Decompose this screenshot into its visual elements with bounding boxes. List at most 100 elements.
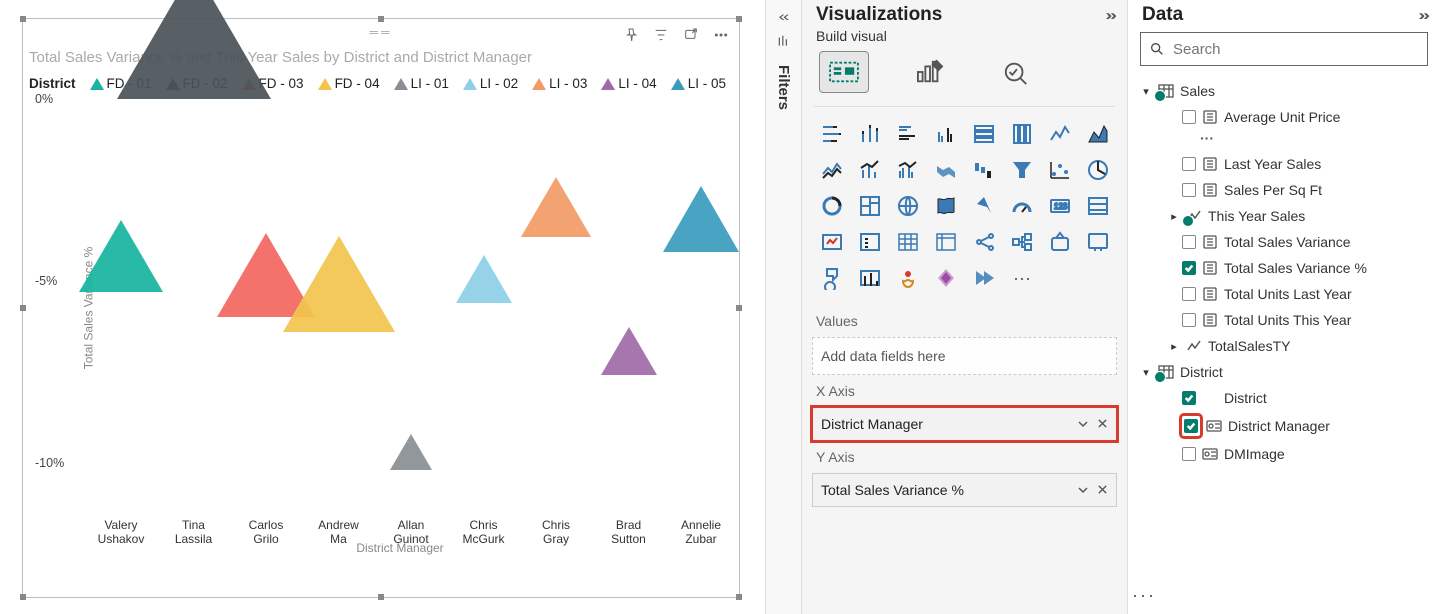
resize-handle[interactable]	[378, 16, 384, 22]
field-checkbox[interactable]	[1182, 235, 1196, 249]
hundred-stacked-column-icon[interactable]	[1008, 121, 1036, 147]
xaxis-field-pill[interactable]: District Manager	[812, 407, 1117, 441]
field-checkbox[interactable]	[1182, 313, 1196, 327]
search-input[interactable]	[1173, 41, 1419, 58]
area-chart-icon[interactable]	[1084, 121, 1112, 147]
chart-marker[interactable]	[663, 186, 739, 252]
legend-item[interactable]: LI - 02	[463, 76, 518, 91]
field-checkbox[interactable]	[1182, 183, 1196, 197]
treemap-icon[interactable]	[856, 193, 884, 219]
waterfall-icon[interactable]	[970, 157, 998, 183]
python-visual-icon[interactable]	[1008, 229, 1036, 255]
chart-marker[interactable]	[390, 434, 432, 470]
scatter-icon[interactable]	[1046, 157, 1074, 183]
stacked-column-icon[interactable]	[856, 121, 884, 147]
pin-icon[interactable]	[623, 27, 639, 46]
pie-icon[interactable]	[1084, 157, 1112, 183]
chart-marker[interactable]	[521, 177, 591, 237]
chart-marker[interactable]	[283, 236, 395, 332]
chevron-down-icon[interactable]	[1077, 418, 1089, 430]
values-well[interactable]: Add data fields here	[812, 337, 1117, 375]
expand-pane-icon[interactable]: «	[778, 8, 789, 24]
report-canvas[interactable]: ══ Total Sales Variance % and This Year …	[0, 0, 765, 614]
field-checkbox[interactable]	[1182, 110, 1196, 124]
ribbon-chart-icon[interactable]	[932, 157, 960, 183]
narrative-icon[interactable]	[856, 265, 884, 291]
gauge-icon[interactable]	[1008, 193, 1036, 219]
key-influencers-icon[interactable]	[1046, 229, 1074, 255]
chart-marker[interactable]	[79, 220, 163, 292]
legend-item[interactable]: LI - 03	[532, 76, 587, 91]
field-checkbox[interactable]	[1182, 287, 1196, 301]
hundred-stacked-bar-icon[interactable]	[970, 121, 998, 147]
resize-handle[interactable]	[20, 305, 26, 311]
line-chart-icon[interactable]	[1046, 121, 1074, 147]
stacked-bar-icon[interactable]	[818, 121, 846, 147]
field-checkbox[interactable]	[1182, 157, 1196, 171]
field-row[interactable]: Average Unit Price	[1140, 104, 1428, 130]
power-apps-icon[interactable]	[932, 265, 960, 291]
focus-mode-icon[interactable]	[683, 27, 699, 46]
remove-field-icon[interactable]	[1097, 418, 1108, 429]
field-row[interactable]: Last Year Sales	[1140, 151, 1428, 177]
format-visual-tab[interactable]	[906, 52, 954, 92]
field-row[interactable]: Total Units Last Year	[1140, 281, 1428, 307]
collapse-pane-icon[interactable]: »	[1105, 7, 1117, 24]
stacked-area-icon[interactable]	[818, 157, 846, 183]
card-icon[interactable]: 123	[1046, 193, 1074, 219]
clustered-column-icon[interactable]	[932, 121, 960, 147]
field-row[interactable]: District	[1140, 385, 1428, 411]
resize-handle[interactable]	[378, 594, 384, 600]
chart-plot-area[interactable]: Total Sales Variance % District Manager …	[71, 99, 729, 517]
more-icon[interactable]: ···	[1140, 130, 1428, 151]
chart-marker[interactable]	[117, 0, 271, 99]
line-stacked-column-icon[interactable]	[856, 157, 884, 183]
yaxis-field-pill[interactable]: Total Sales Variance %	[812, 473, 1117, 507]
more-icon[interactable]: ···	[1132, 585, 1156, 606]
kpi-icon[interactable]	[818, 229, 846, 255]
field-row[interactable]: Total Sales Variance	[1140, 229, 1428, 255]
resize-handle[interactable]	[736, 16, 742, 22]
field-row[interactable]: Sales Per Sq Ft	[1140, 177, 1428, 203]
funnel-icon[interactable]	[1008, 157, 1036, 183]
slicer-icon[interactable]	[856, 229, 884, 255]
remove-field-icon[interactable]	[1097, 484, 1108, 495]
clustered-bar-icon[interactable]	[894, 121, 922, 147]
chevron-down-icon[interactable]: ▾	[1140, 366, 1152, 379]
analytics-tab[interactable]	[992, 52, 1040, 92]
more-visuals-icon[interactable]: ···	[1008, 265, 1036, 291]
power-automate-icon[interactable]	[970, 265, 998, 291]
chevron-down-icon[interactable]: ▾	[1140, 85, 1152, 98]
legend-item[interactable]: LI - 04	[601, 76, 656, 91]
filters-pane-collapsed[interactable]: « Filters	[765, 0, 801, 614]
legend-item[interactable]: FD - 04	[318, 76, 380, 91]
field-checkbox[interactable]	[1182, 391, 1196, 405]
search-input-wrapper[interactable]	[1140, 32, 1428, 66]
resize-handle[interactable]	[736, 594, 742, 600]
resize-handle[interactable]	[20, 594, 26, 600]
field-checkbox[interactable]	[1184, 419, 1198, 433]
donut-icon[interactable]	[818, 193, 846, 219]
drag-grip-icon[interactable]: ══	[369, 25, 392, 39]
azure-map-icon[interactable]	[970, 193, 998, 219]
r-visual-icon[interactable]	[970, 229, 998, 255]
qa-icon[interactable]	[818, 265, 846, 291]
field-row-district-manager[interactable]: District Manager	[1140, 411, 1428, 441]
chart-marker[interactable]	[456, 255, 512, 303]
chevron-down-icon[interactable]	[1077, 484, 1089, 496]
field-row[interactable]: DMImage	[1140, 441, 1428, 467]
field-row[interactable]: Total Sales Variance %	[1140, 255, 1428, 281]
table-icon[interactable]	[894, 229, 922, 255]
resize-handle[interactable]	[20, 16, 26, 22]
multi-row-card-icon[interactable]	[1084, 193, 1112, 219]
more-options-icon[interactable]	[713, 27, 729, 46]
table-row-sales[interactable]: ▾ Sales	[1140, 78, 1428, 104]
filled-map-icon[interactable]	[932, 193, 960, 219]
collapse-pane-icon[interactable]: »	[1418, 7, 1430, 24]
filter-icon[interactable]	[653, 27, 669, 46]
resize-handle[interactable]	[736, 305, 742, 311]
table-row-district[interactable]: ▾ District	[1140, 359, 1428, 385]
field-row[interactable]: Total Units This Year	[1140, 307, 1428, 333]
chevron-right-icon[interactable]: ▸	[1168, 210, 1180, 223]
map-icon[interactable]	[894, 193, 922, 219]
